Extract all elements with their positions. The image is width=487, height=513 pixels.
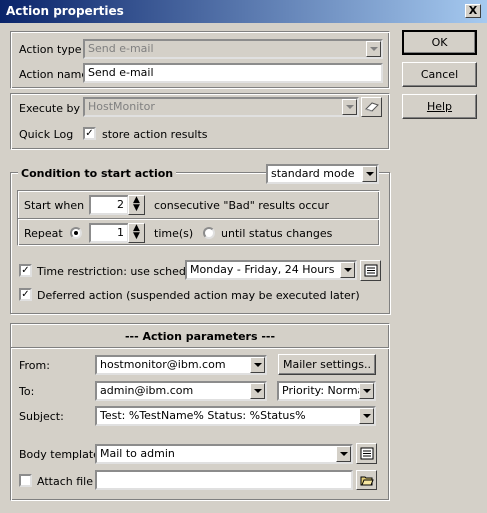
template-list-icon[interactable] — [356, 443, 377, 464]
action-type-value: Send e-mail — [88, 42, 154, 55]
from-label: From: — [19, 359, 50, 372]
attach-file-input[interactable] — [95, 470, 353, 490]
time-restriction-checkbox[interactable]: ✓ — [19, 264, 32, 277]
body-template-select[interactable]: Mail to admin — [95, 444, 353, 464]
close-button[interactable]: X — [465, 4, 481, 18]
time-restriction-label: Time restriction: use schedule — [37, 265, 203, 278]
schedule-list-icon[interactable] — [360, 260, 381, 281]
body-template-value: Mail to admin — [100, 447, 175, 460]
action-name-input[interactable]: Send e-mail — [83, 63, 383, 83]
spin-updown-icon[interactable]: ▲ ▼ — [128, 195, 145, 215]
action-type-label: Action type — [19, 43, 82, 56]
repeat-label: Repeat — [24, 227, 63, 240]
action-name-label: Action name — [19, 68, 89, 81]
ok-button[interactable]: OK — [402, 30, 477, 55]
mailer-settings-button[interactable]: Mailer settings.. — [278, 354, 376, 375]
chevron-down-icon[interactable] — [336, 446, 351, 462]
deferred-action-checkbox[interactable]: ✓ — [19, 288, 32, 301]
schedule-select[interactable]: Monday - Friday, 24 Hours — [185, 260, 357, 280]
start-when-input[interactable]: 2 — [89, 195, 129, 215]
deferred-action-label: Deferred action (suspended action may be… — [37, 289, 360, 302]
from-select[interactable]: hostmonitor@ibm.com — [95, 355, 267, 375]
start-when-suffix: consecutive "Bad" results occur — [154, 199, 329, 212]
window-title: Action properties — [6, 4, 124, 18]
attach-file-checkbox[interactable] — [19, 474, 32, 487]
divider — [11, 347, 389, 349]
divider — [18, 218, 379, 220]
chevron-down-icon[interactable] — [362, 166, 377, 182]
to-select[interactable]: admin@ibm.com — [95, 381, 267, 401]
to-label: To: — [19, 385, 35, 398]
execute-by-label: Execute by — [19, 102, 80, 115]
action-name-value: Send e-mail — [88, 66, 154, 79]
chevron-down-icon[interactable] — [359, 383, 374, 399]
body-template-label: Body template — [19, 448, 100, 461]
chevron-down-icon — [342, 99, 357, 115]
eraser-icon[interactable] — [361, 97, 382, 117]
until-status-radio[interactable] — [203, 227, 215, 239]
store-results-checkbox[interactable]: ✓ — [83, 127, 96, 140]
chevron-down-icon[interactable] — [340, 262, 355, 278]
repeat-input[interactable]: 1 — [89, 223, 129, 243]
priority-value: Priority: Normal — [282, 384, 368, 397]
condition-title: Condition to start action — [18, 167, 177, 180]
repeat-value: 1 — [117, 226, 124, 239]
execute-by-value: HostMonitor — [88, 100, 155, 113]
schedule-value: Monday - Friday, 24 Hours — [190, 263, 335, 276]
subject-label: Subject: — [19, 410, 64, 423]
chevron-down-icon[interactable] — [250, 357, 265, 373]
store-results-label: store action results — [102, 128, 208, 141]
mode-value: standard mode — [271, 167, 355, 180]
folder-open-icon[interactable] — [356, 470, 377, 490]
execute-by-select: HostMonitor — [83, 97, 359, 117]
subject-select[interactable]: Test: %TestName% Status: %Status% — [95, 406, 376, 426]
repeat-suffix: time(s) — [154, 227, 194, 240]
chevron-down-icon — [366, 41, 381, 57]
action-type-select: Send e-mail — [83, 39, 383, 59]
to-value: admin@ibm.com — [100, 384, 194, 397]
chevron-down-icon[interactable] — [359, 408, 374, 424]
spin-updown-icon[interactable]: ▲ ▼ — [128, 223, 145, 243]
from-value: hostmonitor@ibm.com — [100, 358, 226, 371]
chevron-down-icon[interactable] — [250, 383, 265, 399]
cancel-button[interactable]: Cancel — [402, 62, 477, 87]
subject-value: Test: %TestName% Status: %Status% — [100, 409, 306, 422]
start-when-label: Start when — [24, 199, 85, 212]
repeat-radio[interactable] — [70, 227, 82, 239]
quick-log-label: Quick Log — [19, 128, 74, 141]
start-when-value: 2 — [117, 198, 124, 211]
help-button[interactable]: Help — [402, 94, 477, 119]
until-status-label: until status changes — [221, 227, 333, 240]
attach-file-label: Attach file — [37, 475, 93, 488]
params-title: --- Action parameters --- — [124, 330, 276, 343]
